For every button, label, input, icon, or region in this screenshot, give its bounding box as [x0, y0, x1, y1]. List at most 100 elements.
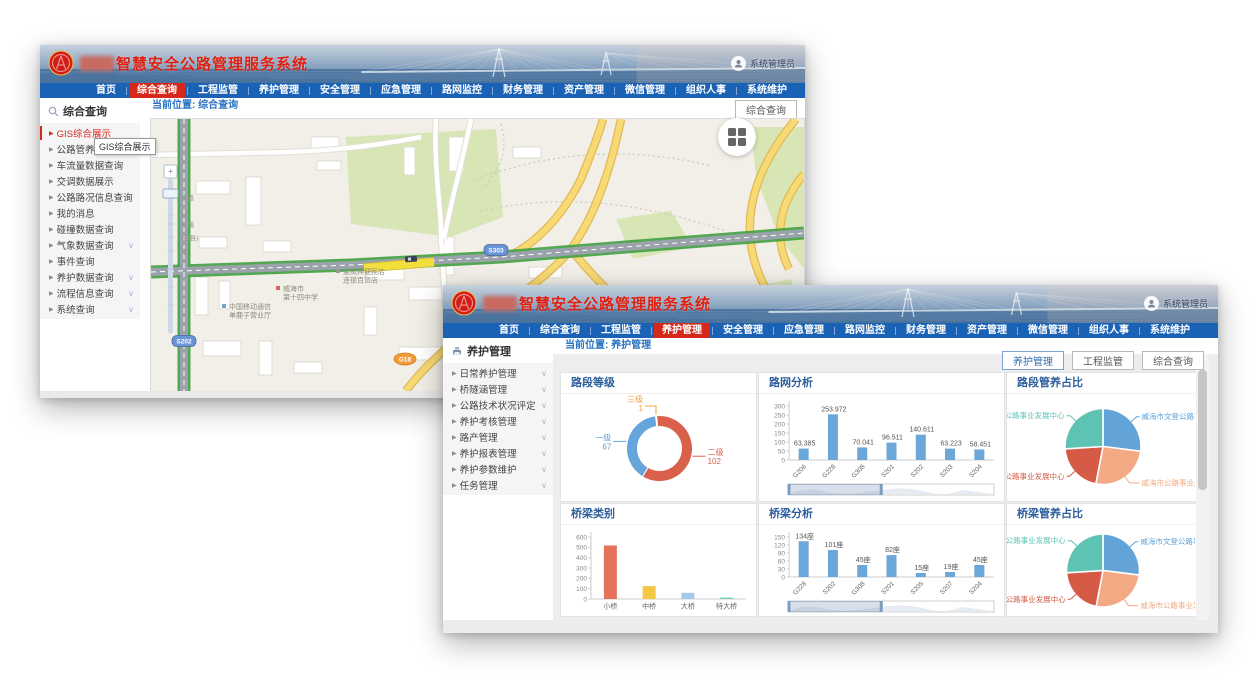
- nav-item-4[interactable]: 安全管理: [715, 323, 771, 338]
- svg-text:50: 50: [778, 448, 786, 455]
- sidebar-item-1[interactable]: ▶桥隧涵管理∨: [443, 381, 553, 397]
- sidebar-item-label: 桥隧涵管理: [460, 382, 508, 396]
- maintenance-icon: [451, 345, 463, 357]
- nav-item-8[interactable]: 资产管理: [556, 83, 612, 98]
- quick-switch-button[interactable]: 综合查询: [735, 100, 797, 119]
- svg-text:中桥: 中桥: [642, 602, 656, 611]
- user-chip[interactable]: 系统管理员: [731, 56, 795, 71]
- horizontal-scrollbar[interactable]: [443, 620, 1218, 633]
- sidebar-item-label: 我的消息: [57, 206, 95, 220]
- chevron-down-icon: ∨: [541, 433, 547, 442]
- svg-text:威海市文登公路事业: 威海市文登公路事业: [1142, 411, 1196, 421]
- svg-text:特大桥: 特大桥: [716, 602, 737, 611]
- nav-item-7[interactable]: 财务管理: [495, 83, 551, 98]
- sidebar-item-5[interactable]: ▶我的消息: [40, 205, 140, 221]
- donut-slices: [627, 416, 693, 482]
- sidebar-item-3[interactable]: ▶交调数据展示: [40, 173, 140, 189]
- nav-item-11[interactable]: 系统维护: [1142, 323, 1198, 338]
- sidebar-title: 养护管理: [467, 343, 511, 359]
- sidebar-item-7[interactable]: ▶任务管理∨: [443, 477, 553, 493]
- svg-text:公路事业发展中心: 公路事业发展中心: [1007, 535, 1066, 545]
- nav-item-9[interactable]: 微信管理: [1020, 323, 1076, 338]
- nav-item-11[interactable]: 系统维护: [739, 83, 795, 98]
- nav-item-1[interactable]: 综合查询: [129, 83, 185, 98]
- svg-text:82座: 82座: [885, 545, 900, 554]
- nav-item-5[interactable]: 应急管理: [776, 323, 832, 338]
- nav-item-9[interactable]: 微信管理: [617, 83, 673, 98]
- nav-item-3[interactable]: 养护管理: [251, 83, 307, 98]
- svg-text:G308: G308: [850, 463, 866, 479]
- svg-text:G308: G308: [850, 580, 866, 596]
- svg-text:G206: G206: [792, 463, 808, 479]
- network-analysis-bar-chart[interactable]: 05010015020025030063.385G206253.972G2287…: [759, 394, 1002, 497]
- sidebar-item-11[interactable]: ▶系统查询∨: [40, 301, 140, 317]
- nav-item-5[interactable]: 应急管理: [373, 83, 429, 98]
- sidebar-item-9[interactable]: ▶养护数据查询∨: [40, 269, 140, 285]
- module-button-1[interactable]: 工程监管: [1072, 351, 1134, 370]
- triangle-icon: ▶: [452, 418, 457, 425]
- datazoom-window: [789, 602, 881, 612]
- vertical-scrollbar[interactable]: ▲: [1196, 354, 1209, 620]
- map-layers-grid-button[interactable]: [718, 118, 756, 156]
- nav-item-7[interactable]: 财务管理: [898, 323, 954, 338]
- bridge-share-pie-chart[interactable]: 威海市文登公路事威海市公路事业发展公路事业发展中心公路事业发展中心: [1007, 525, 1195, 614]
- svg-text:100: 100: [576, 586, 587, 593]
- user-chip[interactable]: 系统管理员: [1144, 296, 1208, 311]
- nav-item-0[interactable]: 首页: [88, 83, 124, 98]
- svg-text:S204: S204: [968, 463, 984, 479]
- triangle-icon: ▶: [452, 466, 457, 473]
- svg-text:150: 150: [774, 430, 785, 437]
- app-title: 智慧安全公路管理服务系统: [483, 293, 711, 314]
- nav-separator: [712, 327, 713, 335]
- svg-text:区(县): 区(县): [181, 234, 198, 242]
- sidebar-item-4[interactable]: ▶公路路况信息查询: [40, 189, 140, 205]
- nav-separator: [187, 87, 188, 95]
- sidebar-item-6[interactable]: ▶养护参数维护∨: [443, 461, 553, 477]
- svg-text:63.385: 63.385: [794, 441, 816, 448]
- nav-separator: [529, 327, 530, 335]
- scrollbar-thumb[interactable]: [1198, 370, 1207, 490]
- svg-text:1: 1: [639, 404, 644, 413]
- username-label: 系统管理员: [1163, 297, 1208, 310]
- module-button-2[interactable]: 综合查询: [1142, 351, 1204, 370]
- nav-item-0[interactable]: 首页: [491, 323, 527, 338]
- chevron-down-icon: ∨: [541, 465, 547, 474]
- svg-text:102: 102: [708, 457, 722, 466]
- sidebar-item-label: 碰撞数据查询: [57, 222, 114, 236]
- nav-item-2[interactable]: 工程监管: [190, 83, 246, 98]
- nav-separator: [895, 327, 896, 335]
- nav-item-4[interactable]: 安全管理: [312, 83, 368, 98]
- sidebar-item-5[interactable]: ▶养护报表管理∨: [443, 445, 553, 461]
- sidebar-item-3[interactable]: ▶养护考核管理∨: [443, 413, 553, 429]
- panel-title: 路段管养占比: [1007, 373, 1197, 394]
- svg-text:400: 400: [576, 555, 587, 562]
- bridge-class-bar-chart[interactable]: 0100200300400500600小桥中桥大桥特大桥: [561, 525, 754, 614]
- bridge-analysis-bar-chart[interactable]: 0306090120150134座G228101座S20245座G30882座S…: [759, 525, 1002, 614]
- sidebar-item-label: 事件查询: [57, 254, 95, 268]
- nav-item-3[interactable]: 养护管理: [654, 323, 710, 338]
- nav-item-1[interactable]: 综合查询: [532, 323, 588, 338]
- road-share-pie-chart[interactable]: 威海市文登公路事业威海市公路事业发展山公路事业发展中心公路事业发展中心: [1007, 394, 1195, 497]
- sidebar-item-label: 车流量数据查询: [57, 158, 124, 172]
- sidebar-item-4[interactable]: ▶路产管理∨: [443, 429, 553, 445]
- nav-item-10[interactable]: 组织人事: [678, 83, 734, 98]
- sidebar-item-10[interactable]: ▶流程信息查询∨: [40, 285, 140, 301]
- sidebar-item-0[interactable]: ▶日常养护管理∨: [443, 365, 553, 381]
- sidebar-item-6[interactable]: ▶碰撞数据查询: [40, 221, 140, 237]
- nav-item-6[interactable]: 路网监控: [837, 323, 893, 338]
- sidebar-item-7[interactable]: ▶气象数据查询∨: [40, 237, 140, 253]
- sidebar-item-2[interactable]: ▶车流量数据查询: [40, 157, 140, 173]
- nav-item-2[interactable]: 工程监管: [593, 323, 649, 338]
- sidebar-item-2[interactable]: ▶公路技术状况评定∨: [443, 397, 553, 413]
- nav-separator: [736, 87, 737, 95]
- module-button-0[interactable]: 养护管理: [1002, 351, 1064, 370]
- svg-text:600: 600: [576, 534, 587, 541]
- nav-item-6[interactable]: 路网监控: [434, 83, 490, 98]
- sidebar-item-8[interactable]: ▶事件查询: [40, 253, 140, 269]
- vehicle-icon: [405, 256, 417, 263]
- svg-text:第十四中学: 第十四中学: [283, 293, 318, 302]
- nav-item-8[interactable]: 资产管理: [959, 323, 1015, 338]
- nav-item-10[interactable]: 组织人事: [1081, 323, 1137, 338]
- triangle-icon: ▶: [49, 178, 54, 185]
- road-level-donut-chart[interactable]: 三级1二级102一级67: [561, 394, 754, 497]
